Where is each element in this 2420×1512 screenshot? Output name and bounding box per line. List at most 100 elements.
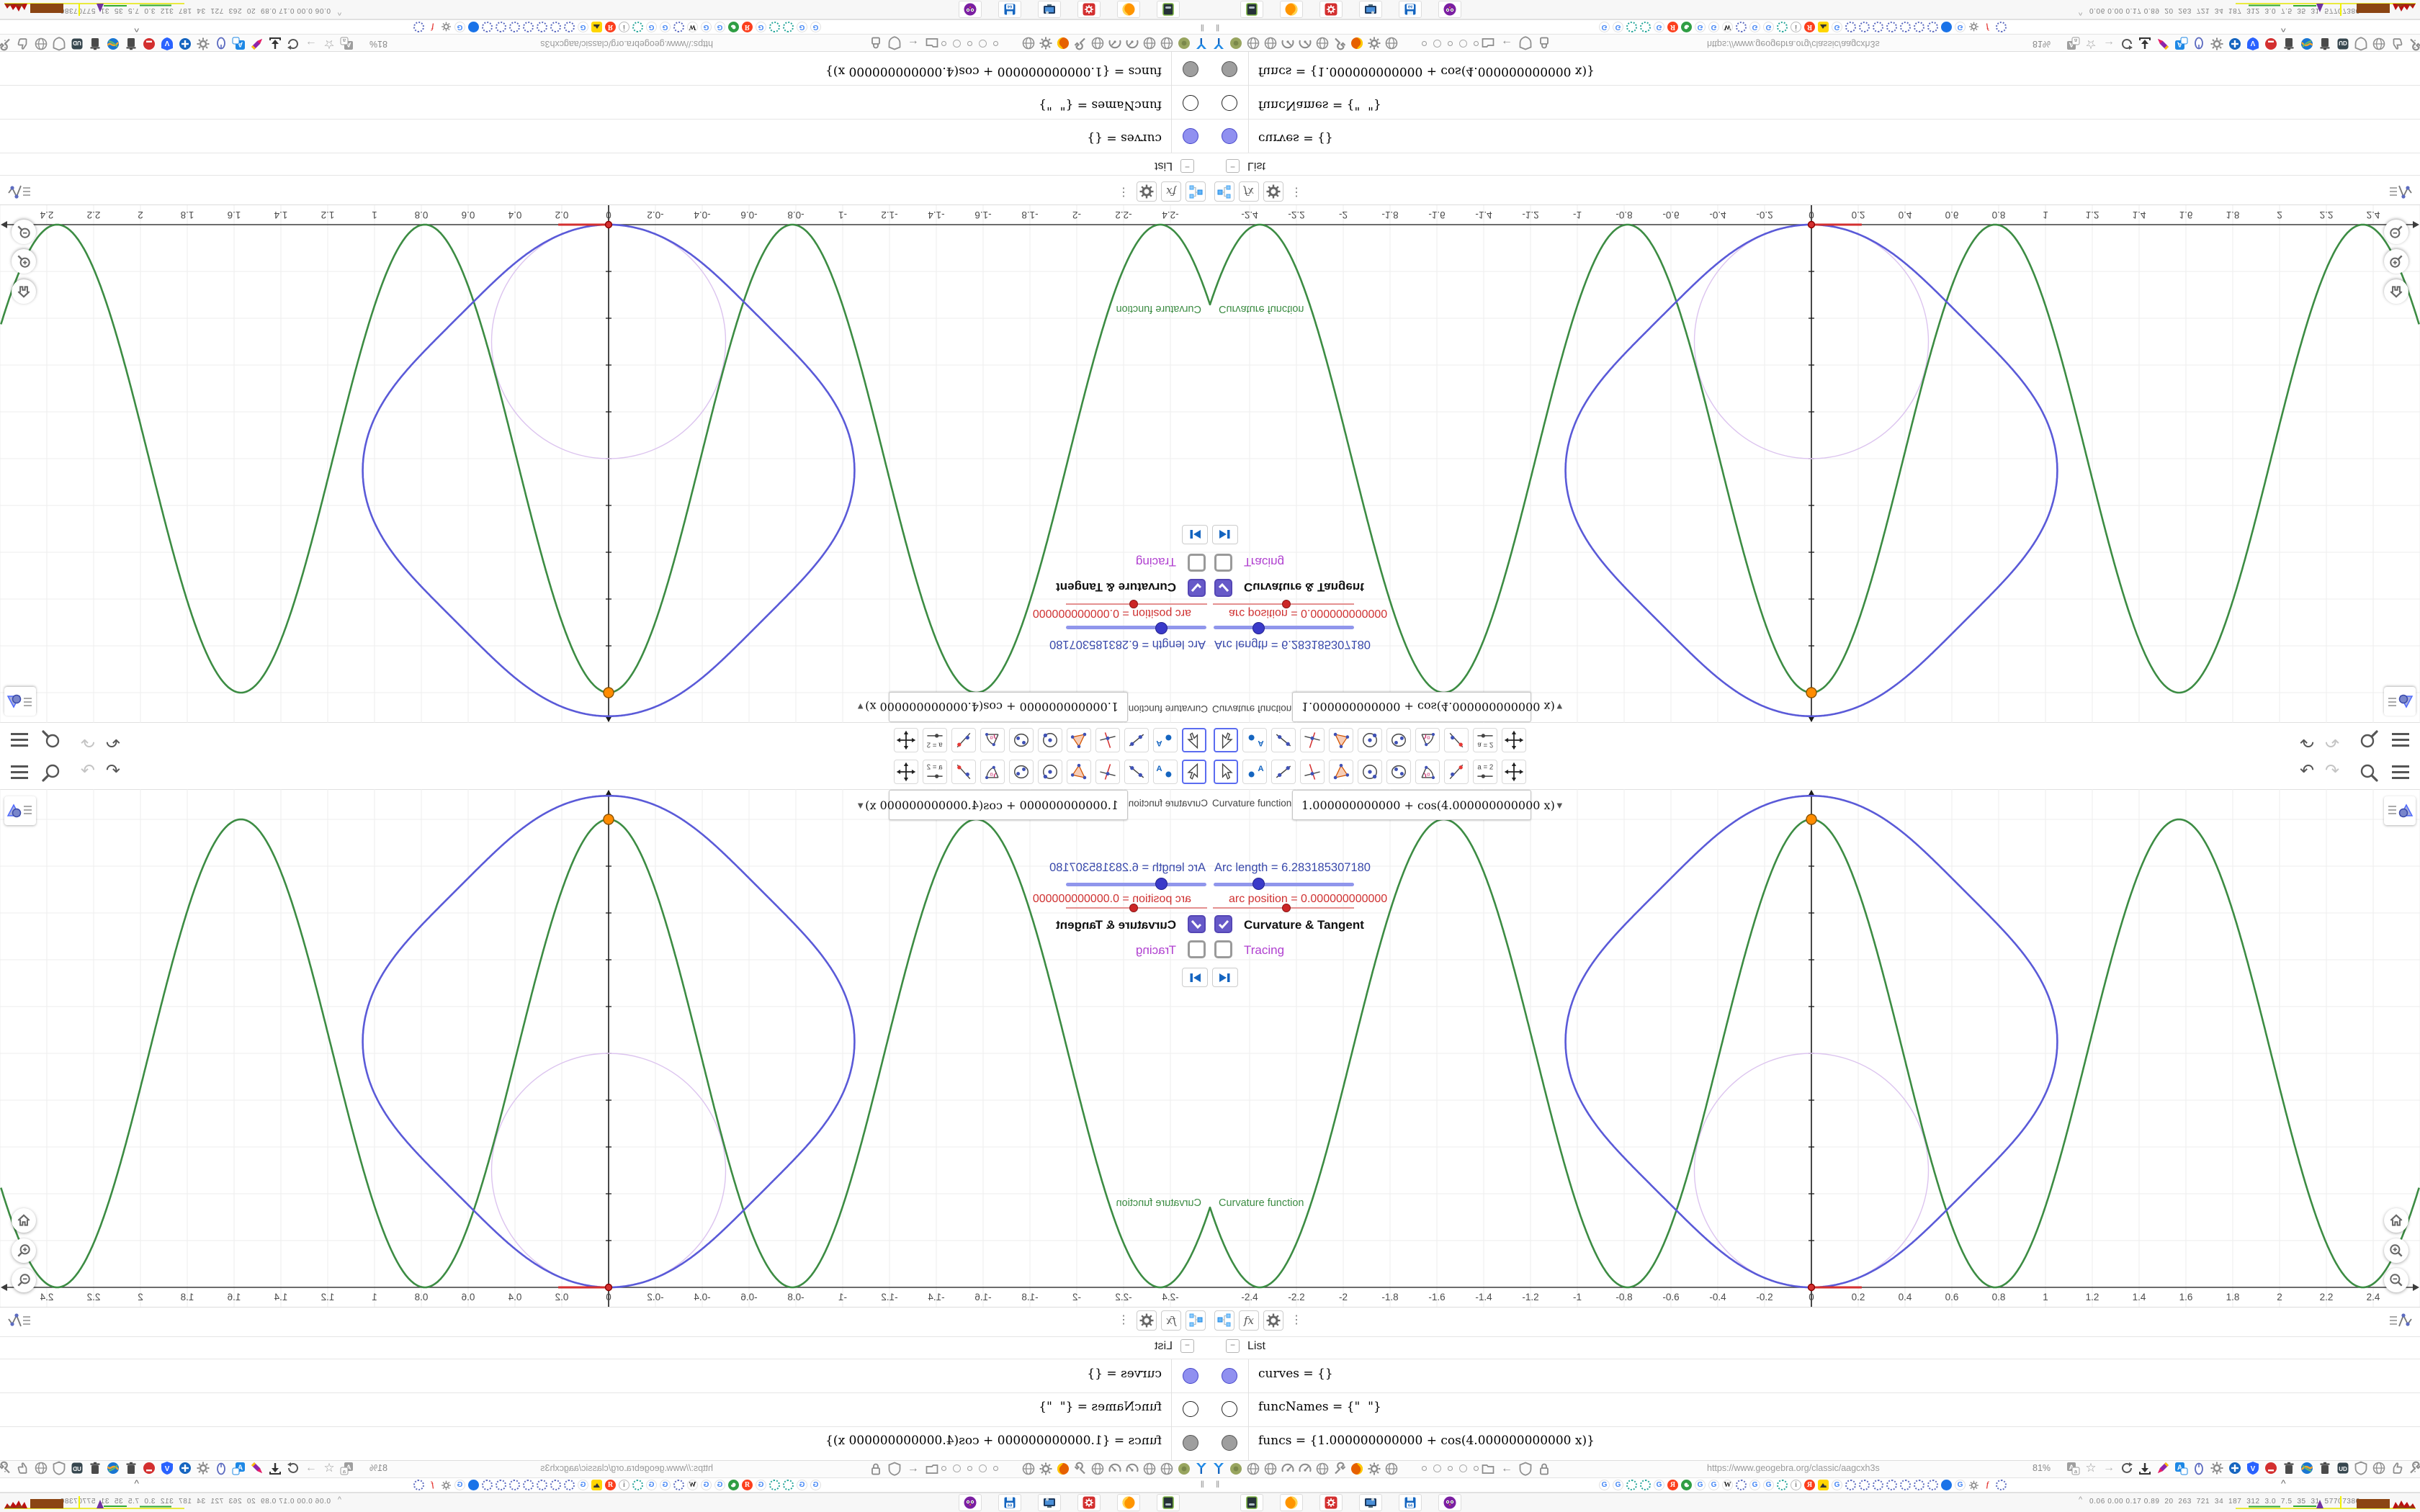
collapse-button[interactable]: − <box>1226 159 1240 173</box>
tab-favicon-wreath[interactable] <box>1845 1480 1856 1490</box>
taskbar-app-ebook[interactable] <box>1157 1494 1180 1511</box>
dot-icon[interactable] <box>1459 1464 1467 1472</box>
ext-bin-icon[interactable] <box>2318 37 2332 51</box>
nav-firefox-icon[interactable] <box>1056 36 1070 50</box>
tab-favicon-wreath[interactable] <box>1859 22 1870 32</box>
nav-lock-icon[interactable] <box>1537 36 1551 50</box>
tab-favicon-wreath[interactable] <box>413 22 424 32</box>
taskbar-app-owl[interactable] <box>959 1 982 18</box>
tool-move-button[interactable] <box>1182 728 1206 752</box>
tab-favicon-ya[interactable]: Я <box>605 1480 616 1490</box>
tab-favicon-G[interactable]: G <box>660 22 671 32</box>
kebab-menu-icon[interactable]: ⋮ <box>1118 1313 1129 1327</box>
ext-translate2-icon[interactable]: A <box>232 37 246 51</box>
taskbar-app-owl[interactable] <box>1438 1494 1461 1511</box>
settings-button[interactable] <box>1263 1310 1283 1331</box>
tab-favicon-dots[interactable] <box>632 1480 643 1490</box>
graph-canvas[interactable]: -2.4 -2.2 -2 -1.8 -1.6 -1.4 -1.2 -1 -0.8 -0.6 -0.4… <box>0 205 1210 723</box>
tool-angle-button[interactable]: α <box>1415 728 1440 752</box>
tab-overflow-chevron[interactable]: ^ <box>134 1477 139 1489</box>
dot-icon[interactable] <box>993 41 998 46</box>
tab-favicon-wreath[interactable] <box>1736 1480 1747 1490</box>
nav-shieldo-icon[interactable] <box>887 36 902 50</box>
arc-position-point[interactable] <box>604 220 613 229</box>
ext-translate-icon[interactable]: Aa <box>340 37 354 51</box>
dot-icon[interactable] <box>1433 1464 1441 1472</box>
tab-favicon-G[interactable]: G <box>714 1480 725 1490</box>
tab-favicon-G[interactable]: G <box>1763 22 1774 32</box>
taskbar-app-ebook[interactable] <box>1240 1494 1263 1511</box>
graphics-view-toggle[interactable] <box>4 176 32 202</box>
tab-favicon-G[interactable]: G <box>1708 22 1719 32</box>
home-button[interactable] <box>12 279 36 304</box>
home-button[interactable] <box>2384 279 2408 304</box>
tab-favicon-W[interactable]: W <box>687 22 698 32</box>
tab-favicon-ya[interactable]: Я <box>742 1480 753 1490</box>
graphics-view-toggle[interactable] <box>2388 1310 2416 1336</box>
chevron-down-icon[interactable]: ▼ <box>1555 800 1564 811</box>
arc-length-point[interactable] <box>603 687 614 698</box>
tab-favicon-G[interactable]: G <box>454 1480 465 1490</box>
tab-favicon-wreath[interactable] <box>1845 22 1856 32</box>
tab-favicon-wreath[interactable] <box>1886 22 1897 32</box>
nav-globe-icon[interactable] <box>1021 36 1036 50</box>
tab-favicon-wreath[interactable] <box>537 1480 547 1490</box>
ext-vshield-icon[interactable]: V <box>2246 1461 2260 1475</box>
nav-wrench-icon[interactable] <box>1332 1462 1347 1476</box>
tab-favicon-G[interactable]: G <box>701 22 712 32</box>
tab-favicon-G[interactable]: G <box>660 1480 671 1490</box>
home-button[interactable] <box>2384 1208 2408 1233</box>
url-bar[interactable]: https://www.geogebra.org/classic/aagcxh3… <box>540 39 713 49</box>
zoom-in-button[interactable] <box>12 1238 36 1263</box>
ext-gearsm-icon[interactable] <box>2210 1461 2224 1475</box>
redo-button[interactable]: ↷ <box>2325 730 2339 752</box>
nav-globe-icon[interactable] <box>1021 1462 1036 1476</box>
visibility-circle[interactable] <box>1222 128 1237 144</box>
nav-gearsm-icon[interactable] <box>1367 36 1381 50</box>
tool-conic-button[interactable] <box>1386 728 1411 752</box>
nav-gauge-icon[interactable] <box>1125 36 1139 50</box>
tab-favicon-G[interactable]: G <box>1654 1480 1664 1490</box>
tab-favicon-wreath[interactable] <box>413 1480 424 1490</box>
step-animation-button[interactable] <box>1182 525 1208 544</box>
ext-gearsm-icon[interactable] <box>2210 37 2224 51</box>
tree-view-button[interactable] <box>1214 1310 1234 1331</box>
zoom-out-button[interactable] <box>2384 1268 2408 1292</box>
tab-favicon-dots[interactable] <box>1777 1480 1788 1490</box>
graphics-view-toggle[interactable] <box>4 1310 32 1336</box>
nav-vparty-icon[interactable] <box>1211 1462 1226 1476</box>
tab-favicon-G[interactable]: G <box>1599 1480 1610 1490</box>
ext-bin-icon[interactable] <box>88 37 102 51</box>
ext-plusblue-icon[interactable] <box>2228 1461 2242 1475</box>
redo-button[interactable]: ↷ <box>81 760 95 782</box>
tab-favicon-G[interactable]: G <box>1613 22 1623 32</box>
tool-polygon-button[interactable] <box>1067 760 1091 784</box>
ext-vshield-icon[interactable]: V <box>160 37 174 51</box>
taskbar-app-redgear[interactable] <box>1077 1494 1101 1511</box>
ext-shieldo-icon[interactable] <box>52 37 66 51</box>
curvature-tangent-checkbox[interactable] <box>1214 579 1232 597</box>
zoom-out-button[interactable] <box>12 220 36 244</box>
arc-length-slider[interactable] <box>1214 883 1354 886</box>
nav-globe-icon[interactable] <box>1263 36 1278 50</box>
ext-pen-icon[interactable] <box>2156 37 2170 51</box>
tool-line-button[interactable] <box>1124 760 1149 784</box>
tool-moveview-button[interactable] <box>1502 728 1526 752</box>
tab-favicon-G[interactable]: G <box>646 1480 657 1490</box>
ext-fwd-icon[interactable]: → <box>2102 1461 2116 1475</box>
nav-folder-icon[interactable] <box>1481 1462 1495 1476</box>
ext-thumb-icon[interactable] <box>16 1461 30 1475</box>
ext-globe-icon[interactable] <box>34 37 48 51</box>
tool-polygon-button[interactable] <box>1329 760 1353 784</box>
tab-favicon-G[interactable]: G <box>756 22 766 32</box>
nav-folder-icon[interactable] <box>1481 36 1495 50</box>
tab-favicon-photo[interactable] <box>1818 1480 1829 1490</box>
curvature-tangent-checkbox[interactable] <box>1188 579 1206 597</box>
tab-favicon-G[interactable]: G <box>1832 1480 1842 1490</box>
tab-favicon-wreath[interactable] <box>550 1480 561 1490</box>
tool-conic-button[interactable] <box>1386 760 1411 784</box>
zoom-out-button[interactable] <box>2384 220 2408 244</box>
visibility-circle[interactable] <box>1222 95 1237 111</box>
tab-favicon-dots[interactable] <box>769 22 780 32</box>
monitor-chevron-icon[interactable]: ^ <box>338 8 341 17</box>
